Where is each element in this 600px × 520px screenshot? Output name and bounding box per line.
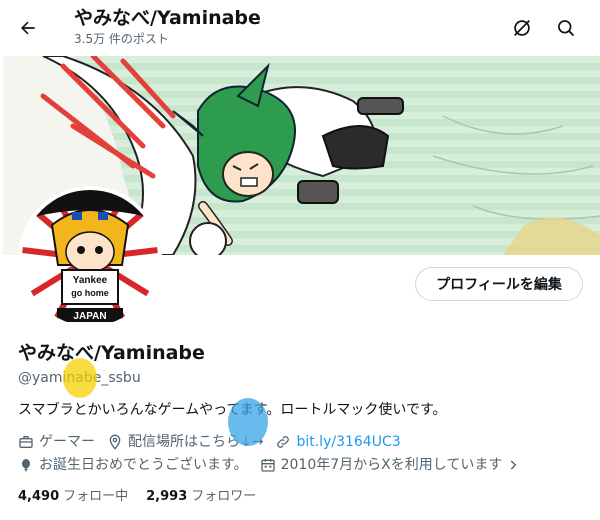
profile-meta-row-2: お誕生日おめでとうございます。 2010年7月からXを利用しています	[18, 455, 532, 475]
edit-profile-button[interactable]: プロフィールを編集	[415, 267, 583, 301]
display-name: やみなべ/Yaminabe	[18, 342, 205, 364]
category-item: ゲーマー	[18, 432, 95, 452]
search-icon	[558, 20, 575, 37]
following-label[interactable]: フォロー中	[63, 487, 128, 507]
top-bar: やみなべ/Yaminabe 3.5万 件のポスト	[0, 0, 600, 56]
avatar-text-top: Yankee	[73, 275, 108, 286]
blue-balloon-decoration	[228, 398, 268, 446]
website-item[interactable]: bit.ly/3164UC3	[275, 432, 401, 452]
birthday-item: お誕生日おめでとうございます。	[18, 455, 248, 475]
hide-button[interactable]	[510, 16, 534, 40]
hide-icon	[514, 20, 530, 36]
calendar-icon	[260, 459, 275, 472]
category-label: ゲーマー	[39, 434, 95, 450]
back-button[interactable]	[14, 14, 42, 42]
joined-label: 2010年7月からXを利用しています	[280, 457, 503, 473]
website-link[interactable]: bit.ly/3164UC3	[296, 432, 400, 452]
following-count[interactable]: 4,490	[18, 487, 59, 507]
followers-label[interactable]: フォロワー	[191, 487, 256, 507]
avatar-text-bottom: go home	[71, 288, 109, 298]
profile-meta-row-1: ゲーマー 配信場所はこちら↓→ bit.ly/3164UC3	[18, 432, 413, 452]
link-icon	[277, 436, 290, 448]
followers-count[interactable]: 2,993	[146, 487, 187, 507]
header-title-block: やみなべ/Yaminabe 3.5万 件のポスト	[74, 6, 261, 48]
search-button[interactable]	[554, 16, 578, 40]
briefcase-icon	[19, 436, 33, 448]
avatar-image: Yankee go home JAPAN	[22, 190, 158, 326]
yellow-balloon-decoration	[63, 358, 97, 398]
arrow-left-icon	[21, 21, 35, 35]
page-title: やみなべ/Yaminabe	[74, 7, 261, 29]
avatar-text-japan: JAPAN	[73, 311, 106, 322]
avatar[interactable]: Yankee go home JAPAN	[18, 186, 162, 330]
location-pin-icon	[109, 434, 121, 450]
posts-count: 3.5万 件のポスト	[74, 32, 169, 46]
follow-stats: 4,490 フォロー中 2,993 フォロワー	[18, 487, 274, 507]
balloon-icon	[22, 459, 30, 472]
chevron-right-icon	[511, 460, 517, 470]
joined-item[interactable]: 2010年7月からXを利用しています	[260, 455, 521, 475]
birthday-label: お誕生日おめでとうございます。	[39, 457, 248, 473]
